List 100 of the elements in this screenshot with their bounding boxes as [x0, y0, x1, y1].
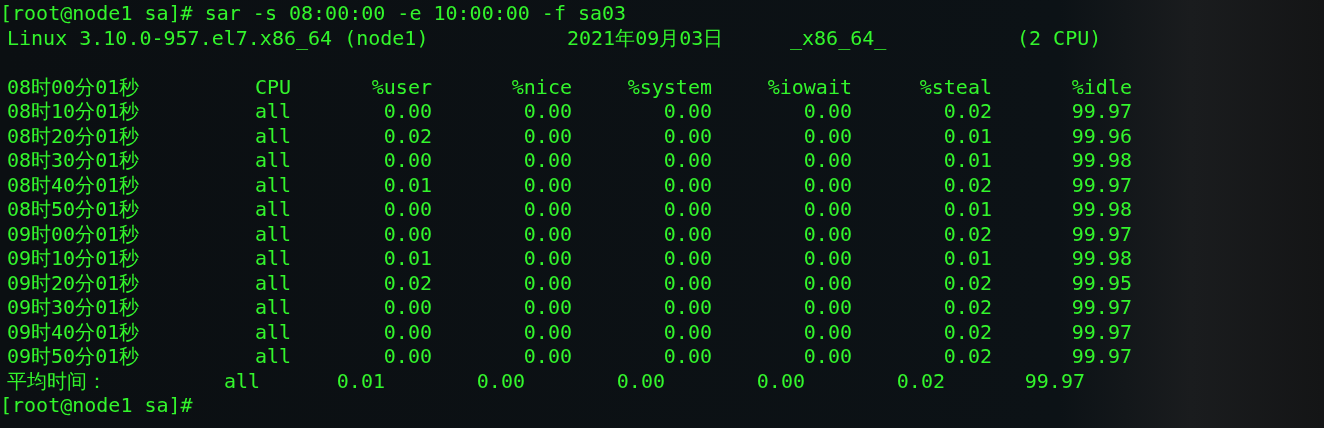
table-cell: all: [254, 172, 291, 197]
table-cell: 0.00: [523, 197, 572, 222]
table-cell: all: [254, 221, 291, 246]
table-cell: 0.00: [383, 221, 432, 246]
table-cell: 99.97: [1024, 368, 1085, 393]
arch-text: _x86_64_: [790, 25, 888, 50]
column-header: CPU: [254, 74, 291, 99]
table-cell: 0.00: [383, 344, 432, 369]
column-header: %idle: [1071, 74, 1132, 99]
table-cell: 0.00: [523, 319, 572, 344]
table-cell: all: [254, 319, 291, 344]
table-cell: 0.00: [803, 246, 852, 271]
column-header: %nice: [511, 74, 572, 99]
table-cell: 09时10分01秒: [7, 246, 140, 271]
table-cell: 99.97: [1071, 221, 1132, 246]
column-header: %iowait: [767, 74, 852, 99]
table-cell: 0.00: [663, 246, 712, 271]
table-cell: 0.02: [943, 99, 992, 124]
table-cell: 99.97: [1071, 319, 1132, 344]
table-cell: 0.00: [523, 295, 572, 320]
table-cell: 08时30分01秒: [7, 148, 140, 173]
table-cell: 0.00: [383, 295, 432, 320]
table-cell: 0.02: [943, 221, 992, 246]
table-cell: 0.00: [523, 148, 572, 173]
table-cell: 0.02: [383, 270, 432, 295]
table-cell: all: [254, 270, 291, 295]
table-cell: 0.01: [943, 123, 992, 148]
table-cell: all: [223, 368, 260, 393]
table-cell: 0.00: [663, 221, 712, 246]
table-cell: 0.00: [523, 270, 572, 295]
column-header: %steal: [919, 74, 992, 99]
table-cell: 0.01: [943, 246, 992, 271]
table-cell: 0.02: [943, 295, 992, 320]
table-cell: 0.00: [383, 319, 432, 344]
table-cell: 0.00: [803, 148, 852, 173]
column-header: 08时00分01秒: [7, 74, 140, 99]
table-cell: 0.02: [943, 319, 992, 344]
table-cell: 0.00: [663, 148, 712, 173]
table-cell: all: [254, 197, 291, 222]
table-cell: 0.00: [663, 295, 712, 320]
table-cell: 0.00: [383, 197, 432, 222]
command-prompt: [root@node1 sa]#: [0, 393, 194, 418]
table-cell: 0.02: [383, 123, 432, 148]
column-header: %system: [627, 74, 712, 99]
table-cell: 0.00: [523, 172, 572, 197]
table-cell: 0.00: [663, 172, 712, 197]
table-cell: 0.00: [663, 344, 712, 369]
table-cell: 08时40分01秒: [7, 172, 140, 197]
table-cell: 0.00: [756, 368, 805, 393]
table-cell: 99.95: [1071, 270, 1132, 295]
table-cell: 99.97: [1071, 172, 1132, 197]
table-cell: 0.01: [943, 148, 992, 173]
table-cell: 99.97: [1071, 99, 1132, 124]
table-cell: 0.00: [803, 295, 852, 320]
date-text: 2021年09月03日: [567, 25, 725, 50]
table-cell: 0.00: [523, 344, 572, 369]
average-label: 平均时间：: [7, 368, 107, 393]
table-cell: 09时50分01秒: [7, 344, 140, 369]
table-cell: 99.98: [1071, 246, 1132, 271]
cpu-count: (2 CPU): [1017, 25, 1102, 50]
table-cell: 0.02: [943, 172, 992, 197]
table-cell: all: [254, 295, 291, 320]
table-cell: 0.00: [663, 99, 712, 124]
table-cell: 08时50分01秒: [7, 197, 140, 222]
table-cell: 0.00: [803, 123, 852, 148]
column-header: %user: [371, 74, 432, 99]
table-cell: 0.02: [943, 270, 992, 295]
kernel-info: Linux 3.10.0-957.el7.x86_64 (node1): [7, 25, 430, 50]
table-cell: 09时00分01秒: [7, 221, 140, 246]
table-cell: all: [254, 148, 291, 173]
table-cell: 0.01: [336, 368, 385, 393]
table-cell: 09时40分01秒: [7, 319, 140, 344]
table-cell: 0.00: [803, 344, 852, 369]
table-cell: 0.02: [943, 344, 992, 369]
table-cell: 0.00: [523, 221, 572, 246]
table-cell: 0.00: [803, 99, 852, 124]
table-cell: 0.01: [383, 246, 432, 271]
table-cell: 0.01: [383, 172, 432, 197]
table-cell: 0.00: [803, 319, 852, 344]
table-cell: 0.01: [943, 197, 992, 222]
table-cell: 0.00: [383, 99, 432, 124]
table-cell: 0.00: [803, 270, 852, 295]
command-line: [root@node1 sa]# sar -s 08:00:00 -e 10:00:00 -f sa03: [0, 1, 628, 26]
table-cell: 99.98: [1071, 148, 1132, 173]
table-cell: 0.00: [663, 319, 712, 344]
table-cell: 08时20分01秒: [7, 123, 140, 148]
table-cell: 0.00: [523, 246, 572, 271]
table-cell: 0.00: [476, 368, 525, 393]
table-cell: 99.96: [1071, 123, 1132, 148]
table-cell: 0.00: [663, 270, 712, 295]
table-cell: all: [254, 99, 291, 124]
table-cell: 0.00: [616, 368, 665, 393]
table-cell: 09时30分01秒: [7, 295, 140, 320]
table-cell: 0.02: [896, 368, 945, 393]
table-cell: 99.98: [1071, 197, 1132, 222]
table-cell: 0.00: [803, 197, 852, 222]
table-cell: 0.00: [523, 99, 572, 124]
table-cell: 0.00: [663, 123, 712, 148]
table-cell: 0.00: [663, 197, 712, 222]
table-cell: 08时10分01秒: [7, 99, 140, 124]
